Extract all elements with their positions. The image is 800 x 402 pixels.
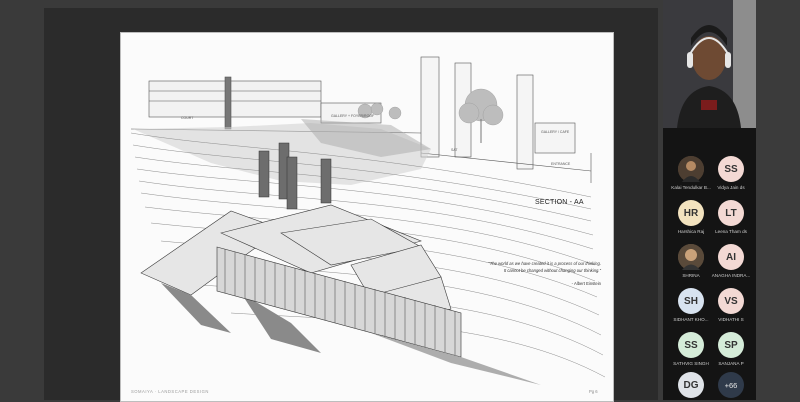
participant-tile[interactable]: VS VIDHATHI S — [708, 288, 754, 332]
quote-line-1: "The world as we have created it is a pr… — [488, 261, 601, 266]
window-edge — [756, 0, 800, 400]
avatar — [678, 156, 704, 182]
avatar: DG — [678, 372, 704, 398]
participant-name: VIDHATHI S — [718, 317, 744, 322]
participant-tile[interactable]: SP SANJANA P — [708, 332, 754, 376]
participant-name: Vidya Jain ds — [717, 185, 745, 190]
label-entrance: ENTRANCE — [551, 162, 571, 166]
shared-slide: COURT GALLERY + FOYER/ROOF SAT GALLERY /… — [120, 32, 614, 402]
label-sat: SAT — [451, 148, 458, 152]
participant-tile[interactable]: LT Leena Tham ds — [708, 200, 754, 244]
slide-page-number: Pg 6 — [589, 389, 598, 394]
label-gallery-left: GALLERY + FOYER/ROOF — [331, 114, 374, 118]
participant-photo-icon — [678, 156, 704, 182]
avatar: SH — [678, 288, 704, 314]
participant-tile[interactable]: SS Vidya Jain ds — [708, 156, 754, 200]
section-title: SECTION - AA — [535, 199, 584, 206]
avatar: SP — [718, 332, 744, 358]
quote-text: "The world as we have created it is a pr… — [473, 261, 601, 274]
quote-line-2: It cannot be changed without changing ou… — [503, 267, 601, 273]
avatar: SS — [718, 156, 744, 182]
avatar: SS — [678, 332, 704, 358]
avatar: LT — [718, 200, 744, 226]
avatar: HR — [678, 200, 704, 226]
participant-name: SANJANA P — [718, 361, 744, 366]
avatar: AI — [718, 244, 744, 270]
avatar: VS — [718, 288, 744, 314]
participant-tile[interactable]: AI ANAGHA INDRA... — [708, 244, 754, 288]
participant-name: ANAGHA INDRA... — [711, 273, 751, 278]
participant-name: Leena Tham ds — [715, 229, 747, 234]
site-section-drawing: COURT GALLERY + FOYER/ROOF SAT GALLERY /… — [130, 56, 606, 385]
avatar — [678, 244, 704, 270]
label-gallery-right: GALLERY / CAFE — [541, 130, 570, 134]
more-participants-count: +66 — [718, 372, 744, 398]
quote-author: - Albert Einstein — [571, 281, 601, 286]
slide-footer-title: SOMAIYA · LANDSCAPE DESIGN — [131, 389, 209, 394]
participant-photo-icon — [678, 244, 704, 270]
more-participants-button[interactable]: +66 — [708, 372, 754, 400]
self-video-tile[interactable] — [663, 0, 756, 128]
label-court: COURT — [181, 116, 194, 120]
presenter-video — [663, 0, 756, 128]
